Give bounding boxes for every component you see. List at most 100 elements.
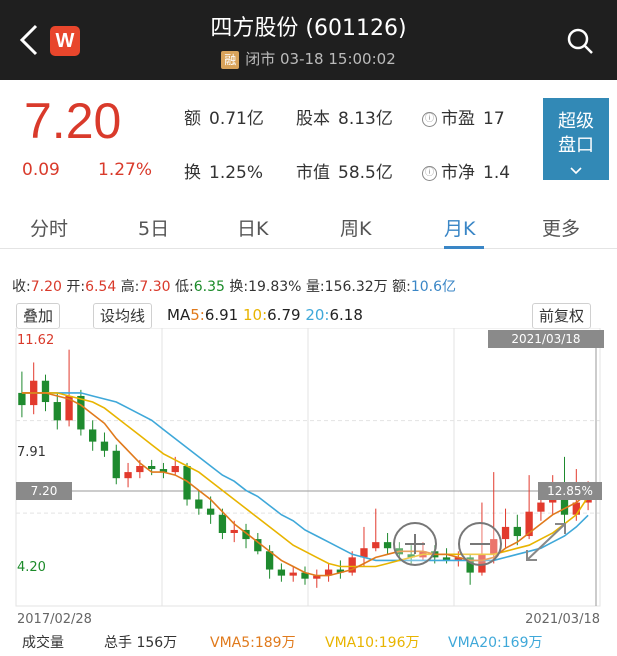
search-button[interactable] (565, 26, 595, 56)
candle-body (218, 514, 227, 533)
chart-grid (15, 328, 601, 607)
chevron-down-icon (570, 167, 582, 175)
equity-label: 股本 (296, 109, 330, 129)
ma20-label: 20: (305, 306, 330, 324)
vma20: VMA20:169万 (448, 632, 543, 652)
high-label: 高: (120, 279, 140, 295)
low-value: 6.35 (193, 279, 225, 295)
total-label: 总手 (104, 635, 132, 651)
amount-field: 额 0.71亿 (184, 104, 264, 129)
super-orderbook-button[interactable]: 超级 盘口 (543, 98, 609, 180)
ma10-value: 6.79 (267, 306, 301, 324)
turnover-label: 换 (184, 163, 201, 183)
mktcap-label: 市值 (296, 163, 330, 183)
candle-body (513, 526, 521, 537)
vma10-value: 196万 (378, 635, 420, 651)
candle-body (537, 502, 545, 512)
super-btn-line1: 超级 (558, 111, 594, 132)
candle-body (124, 472, 132, 479)
price-label-low: 4.20 (17, 560, 46, 575)
super-btn-line2: 盘口 (558, 135, 594, 156)
total-value: 156万 (136, 635, 178, 651)
market-status-text: 闭市 03-18 15:00:02 (245, 50, 396, 68)
volume-label: 量: (305, 279, 325, 295)
candle-body (206, 508, 215, 515)
pb-field[interactable]: ⓘ 市净 1.4 (422, 158, 510, 183)
info-icon: ⓘ (422, 111, 437, 127)
volume-total: 总手 156万 (104, 632, 177, 652)
candle-body (77, 395, 85, 430)
cursor-price: 7.20 (31, 484, 58, 498)
vma5-value: 189万 (254, 635, 296, 651)
candle-body (372, 542, 380, 549)
pb-value: 1.4 (483, 163, 511, 183)
vma5: VMA5:189万 (210, 632, 296, 652)
current-price: 7.20 (24, 93, 122, 149)
vma20-value: 169万 (501, 635, 543, 651)
price-label-mid: 7.91 (17, 445, 46, 460)
active-tab-indicator (444, 246, 484, 249)
candle-body (100, 441, 109, 451)
set-ma-button[interactable]: 设均线 (93, 303, 153, 329)
pe-value: 17 (483, 109, 505, 129)
amount-value: 10.6亿 (410, 279, 456, 295)
overlay-button[interactable]: 叠加 (16, 303, 61, 329)
pe-field[interactable]: ⓘ 市盈 17 (422, 104, 505, 129)
amount-label: 额 (184, 109, 201, 129)
adjust-button[interactable]: 前复权 (532, 303, 592, 329)
tab-5day[interactable]: 5日 (138, 214, 169, 241)
zoom-in-icon[interactable] (393, 522, 437, 566)
low-label: 低: (175, 279, 194, 295)
ma5-label: 5: (190, 306, 205, 324)
info-icon: ⓘ (422, 165, 437, 181)
zoom-out-icon[interactable] (458, 522, 502, 566)
candle-body (501, 526, 510, 540)
period-tabs: 分时 5日 日K 周K 月K 更多 (0, 206, 617, 249)
candle-body (383, 542, 392, 549)
high-value: 7.30 (139, 279, 171, 295)
candle-body (277, 569, 286, 576)
amount-label: 额: (392, 279, 411, 295)
candle-body (147, 466, 156, 470)
candle-body (112, 450, 120, 479)
open-label: 开: (66, 279, 86, 295)
tab-more[interactable]: 更多 (542, 214, 580, 241)
equity-value: 8.13亿 (338, 109, 393, 129)
ma10-label: 10: (243, 306, 268, 324)
turnover-value: 1.25% (209, 163, 264, 183)
tab-monthly-k[interactable]: 月K (444, 214, 475, 241)
mktcap-field: 市值 58.5亿 (296, 158, 393, 183)
margin-badge: 融 (221, 50, 240, 69)
pb-label: 市净 (441, 163, 475, 183)
candle-body (195, 499, 203, 509)
tab-intraday[interactable]: 分时 (30, 214, 68, 241)
ma-legend: MA5:6.91 10:6.79 20:6.18 (167, 306, 363, 324)
candle-body (18, 392, 26, 406)
vma20-label: VMA20: (448, 635, 502, 651)
turnover-value: 19.83% (248, 279, 302, 295)
amount-value: 0.71亿 (209, 109, 264, 129)
pe-label: 市盈 (441, 109, 475, 129)
market-status: 融闭市 03-18 15:00:02 (0, 48, 617, 69)
open-value: 6.54 (85, 279, 117, 295)
tab-weekly-k[interactable]: 周K (340, 214, 371, 241)
price-change: 0.09 (22, 160, 60, 180)
candle-body (89, 429, 97, 442)
turnover-label: 换: (229, 279, 249, 295)
candle-body (230, 529, 238, 533)
tab-daily-k[interactable]: 日K (237, 214, 268, 241)
price-label-high: 11.62 (17, 333, 54, 348)
candle-info-bar: 收:7.20 开:6.54 高:7.30 低:6.35 换:19.83% 量:1… (12, 276, 456, 296)
ma-prefix: MA (167, 306, 191, 324)
candle-body (289, 572, 297, 576)
volume-value: 156.32万 (324, 279, 388, 295)
candle-body (53, 402, 61, 421)
close-value: 7.20 (30, 279, 62, 295)
app-header: W 四方股份 (601126) 融闭市 03-18 15:00:02 (0, 0, 617, 80)
cursor-date-tag: 2021/03/18 (488, 330, 604, 348)
mktcap-value: 58.5亿 (338, 163, 393, 183)
stock-title: 四方股份 (601126) (210, 16, 407, 41)
candle-body (136, 466, 144, 473)
search-icon (567, 28, 593, 54)
kline-chart[interactable]: 2021/03/18 7.20 12.85% 11.62 7.91 4.20 2… (0, 328, 617, 628)
